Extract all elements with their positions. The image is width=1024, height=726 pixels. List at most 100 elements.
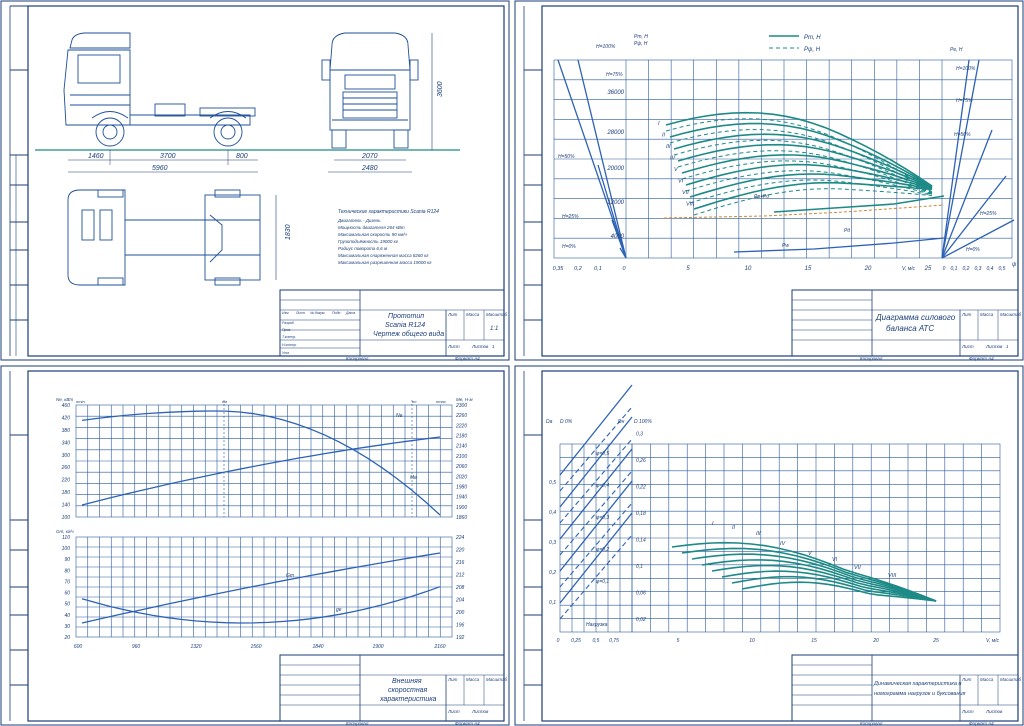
gear-curve-pt	[693, 181, 933, 210]
frame	[27, 5, 505, 357]
top-left-tick: 220	[61, 478, 71, 484]
bottom-left-tick: 50	[64, 602, 70, 608]
me-axis: Mе, Н·м	[456, 397, 473, 402]
tech-line-7: Максимальная разрешенная масса 19000 кг	[338, 260, 432, 265]
nmax-label: nmax	[436, 399, 447, 404]
stamp-sheets-value: 1	[1006, 344, 1009, 349]
top-right-tick: 2060	[455, 464, 467, 470]
stamp-row-5: Разраб.	[282, 321, 295, 325]
stamp-lit: Лит	[961, 312, 972, 317]
bottom-left-tick: 20	[63, 635, 70, 641]
label-gt: Gт	[286, 573, 294, 579]
bottom-right-tick: 208	[455, 585, 465, 591]
dyn-gear-label: VII	[854, 565, 861, 571]
left-tick: 0,5	[549, 480, 556, 486]
right-tick: 0,3	[636, 432, 643, 438]
gear-label: VI	[678, 179, 684, 185]
stamp-sheet: Лист	[447, 344, 460, 349]
tech-line-5: Радиус поворота 6,6 м	[338, 246, 387, 251]
nm-label: nм	[222, 399, 227, 404]
top-right-tick: 1860	[456, 515, 467, 521]
left-load-label: H=50%	[558, 154, 575, 160]
stamp-scale-value: 1:1	[490, 326, 498, 332]
y-tick-label: 4000	[611, 234, 625, 240]
sheet-dynamic-characteristic[interactable]: φ=0,5 φ=0,4 φ=0,3 φ=0,2 φ=0,1 0,1 0,2 0,3 0,4 0,5…	[514, 365, 1024, 726]
sheet-force-balance[interactable]: Pт, Н Pψ, Н Pт, Н Pψ, Н Pе, Н 4000 12000 2…	[514, 0, 1024, 361]
top-right-tick: 2180	[455, 434, 467, 440]
stamp-row-0: Изм	[282, 311, 289, 315]
tech-line-0: Технические характеристики Scania R124	[338, 209, 439, 215]
left-tick: 0,3	[549, 540, 556, 546]
left-load-label: H=75%	[606, 72, 623, 78]
top-right-tick: 2020	[455, 474, 467, 480]
bottom-left-tick: 40	[64, 613, 70, 619]
right-load-label: H=25%	[980, 211, 997, 217]
label-pwpf: Pв+Pд	[754, 194, 769, 200]
dim-3600: 3600	[437, 81, 444, 97]
gt-axis: Gт, кг/ч	[56, 529, 74, 534]
sheet-general-view[interactable]: 1460 3700 800 5960 2070 2480 3600 1830 Т…	[0, 0, 510, 361]
gear-label: III	[666, 144, 671, 150]
bottom-left-tick: 70	[64, 579, 70, 585]
stamp-mass: Масса	[980, 677, 994, 682]
title-block: Диаграмма силового баланса АТС Лит Масса…	[791, 289, 1021, 357]
nmin-label: nmin	[76, 399, 85, 404]
load-axis-label: Нагрузка	[586, 622, 608, 628]
left-load-label: H=0%	[562, 244, 576, 250]
stamp-title-1: Внешняя	[392, 678, 422, 685]
format-label: Формат A4	[969, 356, 994, 361]
bottom-left-tick: 30	[64, 624, 70, 630]
stamp-lit: Лит	[447, 677, 458, 682]
stamp-title-1: Прототип	[388, 313, 424, 320]
y-tick-label: 36000	[607, 90, 624, 96]
side-strip	[9, 5, 28, 356]
stamp-sheet: Лист	[447, 709, 460, 714]
format-label: Формат A4	[455, 356, 480, 361]
bottom-left-tick: 110	[62, 535, 70, 541]
dim-2480: 2480	[361, 165, 378, 172]
x-left-tick: 0,35	[553, 266, 565, 272]
dim-1830: 1830	[285, 224, 292, 240]
load-tick: 0,25	[571, 638, 581, 644]
x-tick-label: 960	[132, 644, 141, 650]
stamp-scale: Масштаб	[1000, 677, 1021, 682]
v-axis-label: V, м/с	[986, 638, 1000, 644]
dyn-gear-label: VI	[832, 557, 838, 563]
top-left-tick: 420	[62, 415, 71, 421]
stamp-lit: Лит	[447, 312, 458, 317]
gear-label: VIII	[686, 202, 695, 208]
top-left-tick: 260	[61, 465, 71, 471]
label-ge: gе	[336, 607, 342, 613]
x-left-tick: 0,2	[574, 266, 582, 272]
stamp-title-3: Чертеж общего вида	[373, 330, 444, 338]
sheet-speed-characteristic[interactable]: 100 140 180 220 260 300 340 380 420 460 1860 1900 19…	[0, 365, 510, 726]
x-tick-label: 5	[686, 266, 690, 272]
bottom-right-tick: 196	[456, 623, 465, 629]
tech-line-4: Грузоподъёмность 19000 кг	[338, 239, 399, 244]
bottom-left-tick: 60	[64, 591, 70, 597]
stamp-sheet: Лист	[961, 344, 974, 349]
phi-label: φ=0,3	[596, 515, 609, 521]
right-tick: 0,26	[636, 458, 646, 464]
y-tick-label: 28000	[606, 130, 624, 136]
label-pw: Pw	[782, 243, 789, 249]
bottom-right-tick: 216	[455, 560, 465, 566]
front-dimensions: 2070 2480 3600	[328, 33, 444, 173]
dyn-gear-label: III	[756, 531, 761, 537]
right-tick: 0,14	[636, 538, 646, 544]
stamp-row-7: Т.контр.	[282, 335, 296, 339]
stamp-title-2: скоростная	[388, 687, 428, 694]
x-left-tick: 0,1	[594, 266, 602, 272]
bottom-right-tick: 220	[455, 548, 465, 554]
stamp-sheets: Листов	[471, 344, 489, 349]
top-left-tick: 380	[62, 428, 71, 434]
copied-label: Копировал	[346, 721, 369, 726]
right-fan-line	[941, 129, 993, 259]
stamp-lit: Лит	[961, 677, 972, 682]
dyn-gear-label: II	[732, 525, 736, 531]
load-tick: 0,75	[609, 638, 619, 644]
title-block: Динамическая характеристика и номограмма…	[791, 654, 1021, 722]
dim-800: 800	[236, 153, 248, 160]
legend: Pт, Н Pψ, Н	[769, 35, 821, 53]
psi-label: ψ	[1012, 262, 1017, 268]
